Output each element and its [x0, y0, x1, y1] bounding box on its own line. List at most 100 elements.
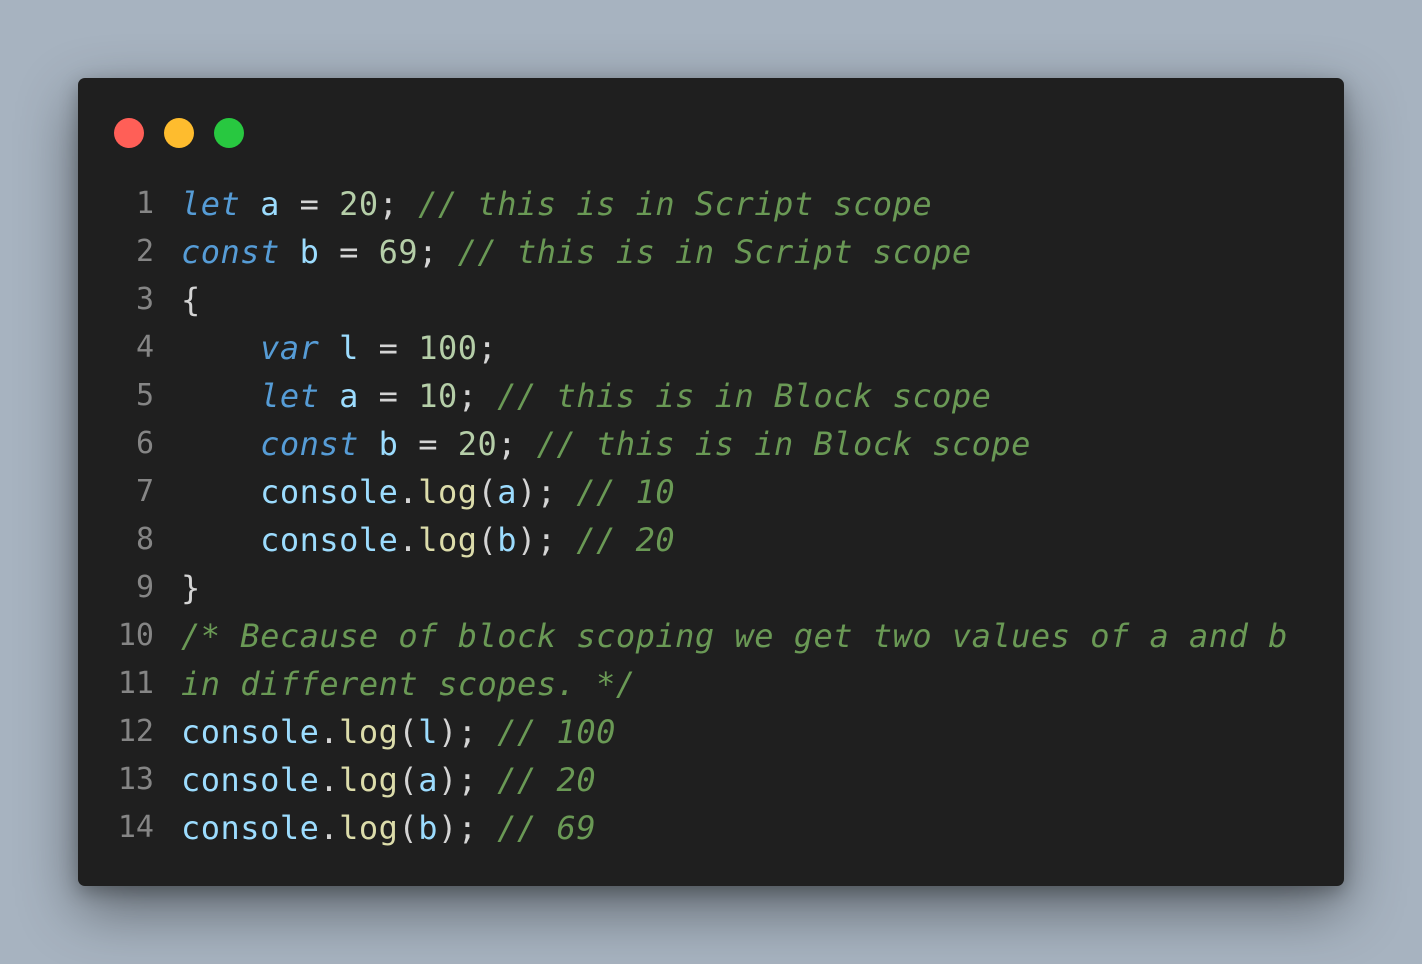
code-token: // 20 [497, 761, 597, 799]
code-text: console.log(l); // 100 [181, 708, 616, 756]
code-line: 1 let a = 20; // this is in Script scope [78, 180, 1344, 228]
code-line: 14 console.log(b); // 69 [78, 804, 1344, 852]
code-token: . [398, 473, 419, 511]
code-token: 20 [457, 425, 498, 463]
line-number: 7 [135, 474, 154, 509]
code-token: 20 [339, 185, 379, 223]
code-token: // 69 [497, 809, 597, 847]
line-number: 2 [135, 234, 154, 269]
code-token: log [418, 473, 478, 511]
code-line: 4 var l = 100; [78, 324, 1344, 372]
line-number: 3 [135, 282, 154, 317]
code-window: 1 let a = 20; // this is in Script scope 2… [78, 78, 1344, 886]
code-token: a [339, 377, 359, 415]
code-token: console [181, 809, 320, 847]
code-token: ( [398, 713, 419, 751]
code-token: ); [437, 809, 498, 847]
code-line: 10 /* Because of block scoping we get two… [78, 612, 1344, 660]
code-line: 3{ [78, 276, 1344, 324]
code-token: // 100 [497, 713, 616, 751]
minimize-button[interactable] [164, 118, 194, 148]
code-token: { [181, 281, 201, 319]
code-token: 69 [378, 233, 419, 271]
line-number: 11 [117, 666, 154, 701]
code-token: a [497, 473, 518, 511]
code-token: ); [517, 473, 577, 511]
code-token: log [418, 521, 478, 559]
code-token: . [319, 761, 340, 799]
code-token: ( [398, 809, 419, 847]
code-token: in different scopes. */ [181, 665, 636, 703]
code-token: } [181, 569, 201, 607]
code-text: let a = 20; // this is in Script scope [181, 180, 932, 228]
code-token: const [181, 233, 280, 271]
code-token: b [299, 233, 320, 271]
code-token: log [339, 809, 399, 847]
code-text: console.log(b); // 20 [181, 516, 675, 564]
line-number: 12 [117, 714, 154, 749]
code-token: ; [477, 329, 498, 367]
code-token: // this is in Block scope [536, 425, 1031, 463]
code-token: ; [418, 233, 458, 271]
code-token: ( [477, 473, 498, 511]
code-token: let [260, 377, 320, 415]
code-token: . [319, 809, 340, 847]
code-token: console [181, 713, 320, 751]
code-token: . [398, 521, 419, 559]
code-line: 6 const b = 20; // this is in Block scop… [78, 420, 1344, 468]
code-token: = [319, 233, 379, 271]
code-token: l [339, 329, 359, 367]
code-line: 2 const b = 69; // this is in Script scop… [78, 228, 1344, 276]
code-token: ); [437, 761, 498, 799]
code-token: b [378, 425, 399, 463]
line-number: 8 [135, 522, 154, 557]
code-token: log [339, 713, 399, 751]
code-token: b [497, 521, 518, 559]
code-token: ( [477, 521, 498, 559]
code-text: let a = 10; // this is in Block scope [181, 372, 991, 420]
line-number: 10 [117, 618, 154, 653]
code-line: 7 console.log(a); // 10 [78, 468, 1344, 516]
code-text: console.log(b); // 69 [181, 804, 596, 852]
line-number: 6 [135, 426, 154, 461]
code-text: { [181, 276, 201, 324]
code-token: let [181, 185, 241, 223]
code-token: . [319, 713, 340, 751]
code-line: 12 console.log(l); // 100 [78, 708, 1344, 756]
code-token: ( [398, 761, 419, 799]
code-token: a [418, 761, 438, 799]
line-number: 14 [117, 810, 154, 845]
code-token: var [260, 329, 320, 367]
code-token: = [358, 377, 419, 415]
code-text: } [181, 564, 201, 612]
code-token: b [418, 809, 438, 847]
code-token: // this is in Block scope [497, 377, 992, 415]
code-token: // 10 [576, 473, 676, 511]
line-number: 4 [135, 330, 154, 365]
code-token: ; [497, 425, 537, 463]
code-editor[interactable]: 1 let a = 20; // this is in Script scope 2… [78, 180, 1344, 852]
line-number: 5 [135, 378, 154, 413]
code-text: in different scopes. */ [181, 660, 636, 708]
code-line: 8 console.log(b); // 20 [78, 516, 1344, 564]
line-number: 13 [117, 762, 154, 797]
code-token: // this is in Script scope [457, 233, 972, 271]
maximize-button[interactable] [214, 118, 244, 148]
code-token: = [358, 329, 419, 367]
code-text: const b = 69; // this is in Script scope [181, 228, 972, 276]
code-token: l [418, 713, 438, 751]
close-button[interactable] [114, 118, 144, 148]
line-number: 1 [135, 186, 154, 221]
code-token: 10 [418, 377, 458, 415]
code-token: // 20 [576, 521, 676, 559]
code-line: 11 in different scopes. */ [78, 660, 1344, 708]
code-token: // this is in Script scope [418, 185, 933, 223]
